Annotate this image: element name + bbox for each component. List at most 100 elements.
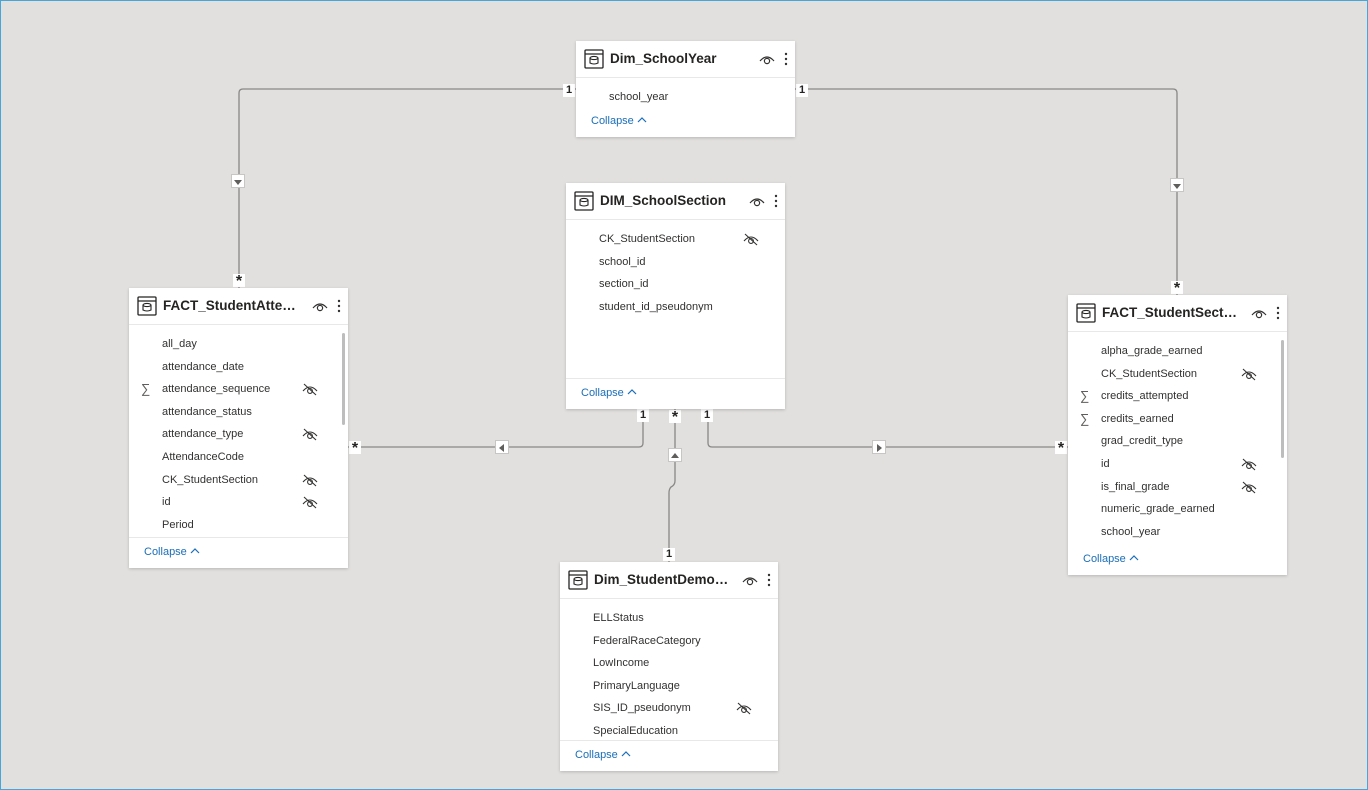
field-name: LowIncome bbox=[593, 657, 650, 670]
field-row[interactable]: PrimaryLanguage bbox=[560, 675, 778, 698]
field-name: credits_earned bbox=[1101, 412, 1174, 425]
collapse-button[interactable]: Collapse bbox=[581, 387, 637, 399]
field-row[interactable]: id bbox=[1068, 453, 1287, 476]
field-name: school_year bbox=[1101, 525, 1161, 538]
collapse-button[interactable]: Collapse bbox=[1083, 553, 1139, 565]
table-card-dim-studentdemographics[interactable]: Dim_StudentDemogr... ELLStatus FederalRac… bbox=[560, 562, 778, 771]
more-options-icon[interactable] bbox=[1275, 306, 1281, 320]
table-card-header[interactable]: Dim_StudentDemogr... bbox=[560, 562, 778, 599]
field-row[interactable]: FederalRaceCategory bbox=[560, 630, 778, 653]
field-name: school_year bbox=[609, 91, 669, 103]
table-card-header[interactable]: DIM_SchoolSection bbox=[566, 183, 785, 220]
filter-direction-down-arrow[interactable] bbox=[231, 174, 245, 188]
field-name: id bbox=[162, 496, 171, 509]
table-card-fact-studentattendance[interactable]: FACT_StudentAttenda... all_day attendance… bbox=[129, 288, 348, 568]
more-options-icon[interactable] bbox=[773, 194, 779, 208]
field-row[interactable]: grad_credit_type bbox=[1068, 430, 1287, 453]
table-card-dim-schoolyear[interactable]: Dim_SchoolYear school_year Collapse bbox=[576, 41, 795, 137]
table-card-header[interactable]: FACT_StudentAttenda... bbox=[129, 288, 348, 325]
relationship-schoolyear-sectiongrades bbox=[795, 88, 1178, 295]
field-name: attendance_sequence bbox=[162, 383, 271, 396]
eye-icon[interactable] bbox=[759, 52, 775, 66]
cardinality-one-badge: 1 bbox=[663, 548, 675, 561]
collapse-button[interactable]: Collapse bbox=[575, 749, 631, 761]
field-row[interactable]: alpha_grade_earned bbox=[1068, 340, 1287, 363]
field-row[interactable]: is_final_grade bbox=[1068, 476, 1287, 499]
cardinality-one-badge: 1 bbox=[563, 84, 575, 97]
field-list: alpha_grade_earned CK_StudentSection ∑ cred… bbox=[1068, 340, 1287, 543]
triangle-arrow-icon bbox=[1173, 184, 1181, 189]
more-options-icon[interactable] bbox=[336, 299, 342, 313]
table-icon bbox=[137, 296, 157, 316]
chevron-up-icon bbox=[1129, 555, 1139, 561]
collapse-button[interactable]: Collapse bbox=[144, 546, 200, 558]
more-options-icon[interactable] bbox=[766, 573, 772, 587]
filter-direction-up-arrow[interactable] bbox=[668, 448, 682, 462]
field-row[interactable]: CK_StudentSection bbox=[566, 228, 785, 251]
eye-icon[interactable] bbox=[312, 299, 328, 313]
table-icon bbox=[568, 570, 588, 590]
field-row[interactable]: ∑ credits_earned bbox=[1068, 408, 1287, 431]
eye-hidden-icon bbox=[1241, 481, 1257, 493]
field-name: CK_StudentSection bbox=[599, 233, 696, 245]
scrollbar[interactable] bbox=[342, 333, 345, 425]
cardinality-many-badge: * bbox=[349, 441, 361, 457]
field-row[interactable]: Period bbox=[129, 514, 348, 537]
field-name: alpha_grade_earned bbox=[1101, 345, 1203, 357]
field-row[interactable]: all_day bbox=[129, 333, 348, 356]
triangle-arrow-icon bbox=[499, 444, 504, 452]
filter-direction-right-arrow[interactable] bbox=[872, 440, 886, 454]
field-name: numeric_grade_earned bbox=[1101, 503, 1215, 516]
model-diagram-canvas[interactable]: 1 1 * * 1 * 1 * * 1 Dim_SchoolYear schoo… bbox=[0, 0, 1368, 790]
field-name: FederalRaceCategory bbox=[593, 634, 701, 647]
filter-direction-down-arrow[interactable] bbox=[1170, 178, 1184, 192]
cardinality-one-badge: 1 bbox=[637, 409, 649, 422]
relationship-section-demographics bbox=[668, 409, 676, 562]
table-card-header[interactable]: Dim_SchoolYear bbox=[576, 41, 795, 78]
field-row[interactable]: attendance_status bbox=[129, 401, 348, 424]
field-name: Period bbox=[162, 518, 194, 531]
eye-hidden-icon bbox=[302, 428, 318, 441]
field-name: student_id_pseudonym bbox=[599, 300, 713, 313]
eye-icon[interactable] bbox=[749, 194, 765, 208]
field-row[interactable]: ∑ attendance_sequence bbox=[129, 378, 348, 401]
field-name: id bbox=[1101, 457, 1110, 470]
field-row[interactable]: LowIncome bbox=[560, 652, 778, 675]
eye-icon[interactable] bbox=[742, 573, 758, 587]
field-row[interactable]: school_id bbox=[566, 251, 785, 274]
field-row[interactable]: numeric_grade_earned bbox=[1068, 498, 1287, 521]
relationship-section-sectiongrades bbox=[707, 409, 1068, 448]
more-options-icon[interactable] bbox=[783, 52, 789, 66]
field-name: grad_credit_type bbox=[1101, 435, 1183, 448]
table-icon bbox=[584, 49, 604, 69]
table-icon bbox=[1076, 303, 1096, 323]
field-name: school_id bbox=[599, 255, 646, 268]
table-card-header[interactable]: FACT_StudentSection... bbox=[1068, 295, 1287, 332]
table-card-dim-schoolsection[interactable]: DIM_SchoolSection CK_StudentSectionschoo… bbox=[566, 183, 785, 409]
cardinality-one-badge: 1 bbox=[701, 409, 713, 422]
table-card-fact-studentsection[interactable]: FACT_StudentSection... alpha_grade_earne… bbox=[1068, 295, 1287, 575]
field-row[interactable]: AttendanceCode bbox=[129, 446, 348, 469]
eye-icon[interactable] bbox=[1251, 306, 1267, 320]
field-row[interactable]: attendance_type bbox=[129, 423, 348, 446]
field-name: PrimaryLanguage bbox=[593, 679, 680, 692]
scrollbar[interactable] bbox=[1281, 340, 1284, 458]
field-row[interactable]: school_year bbox=[576, 86, 795, 109]
collapse-button[interactable]: Collapse bbox=[591, 115, 647, 127]
field-name: attendance_date bbox=[162, 360, 244, 373]
field-row[interactable]: ∑ credits_attempted bbox=[1068, 385, 1287, 408]
eye-hidden-icon bbox=[1241, 368, 1257, 380]
field-name: AttendanceCode bbox=[162, 450, 244, 463]
chevron-up-icon bbox=[190, 548, 200, 554]
field-row[interactable]: id bbox=[129, 491, 348, 514]
filter-direction-left-arrow[interactable] bbox=[495, 440, 509, 454]
field-row[interactable]: student_id_pseudonym bbox=[566, 296, 785, 319]
field-row[interactable]: SIS_ID_pseudonym bbox=[560, 697, 778, 720]
field-row[interactable]: school_year bbox=[1068, 521, 1287, 544]
field-row[interactable]: ELLStatus bbox=[560, 607, 778, 630]
field-row[interactable]: CK_StudentSection bbox=[129, 469, 348, 492]
field-row[interactable]: attendance_date bbox=[129, 356, 348, 379]
field-name: CK_StudentSection bbox=[162, 473, 259, 486]
field-row[interactable]: CK_StudentSection bbox=[1068, 363, 1287, 386]
field-row[interactable]: section_id bbox=[566, 273, 785, 296]
